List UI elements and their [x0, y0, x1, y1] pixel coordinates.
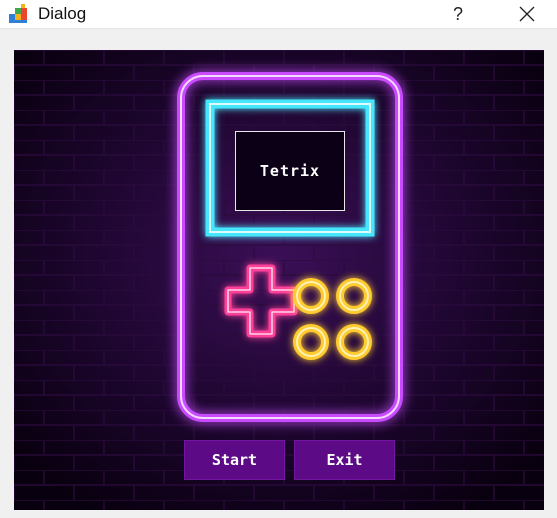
game-title: Tetrix [259, 162, 321, 180]
dialog-window: Dialog ? Tetrix Start Exit [0, 0, 557, 518]
tetris-blocks-icon [9, 4, 27, 23]
start-button[interactable]: Start [184, 440, 285, 480]
close-icon [519, 6, 535, 22]
neon-game-illustration: Tetrix Start Exit [14, 50, 544, 510]
exit-button[interactable]: Exit [294, 440, 395, 480]
game-title-box: Tetrix [235, 131, 345, 211]
help-button[interactable]: ? [438, 0, 478, 28]
close-button[interactable] [507, 0, 547, 28]
title-bar[interactable]: Dialog ? [0, 0, 557, 29]
window-title: Dialog [38, 4, 87, 23]
